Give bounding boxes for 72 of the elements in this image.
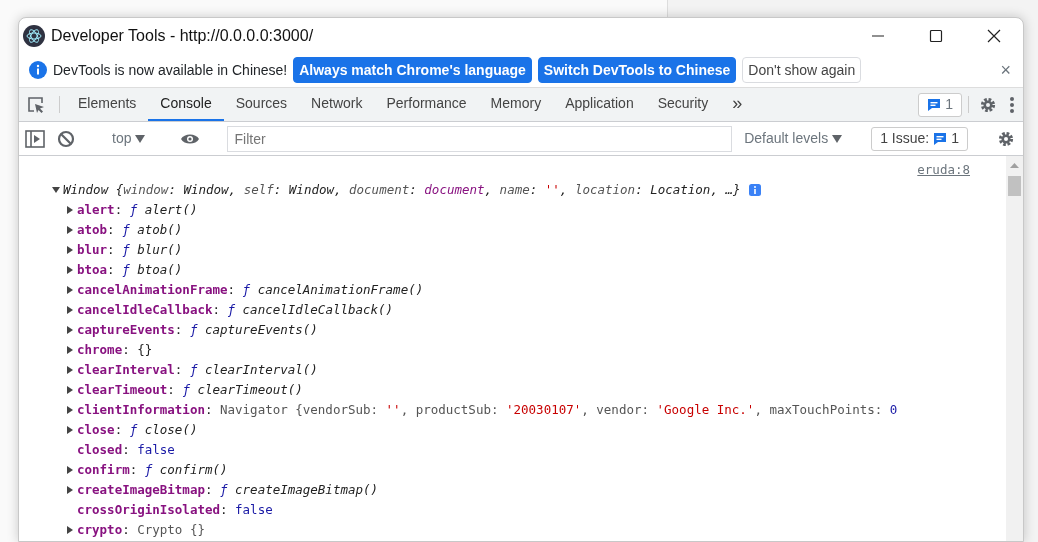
- more-tabs-button[interactable]: »: [720, 88, 755, 121]
- context-dropdown[interactable]: top: [104, 124, 154, 153]
- expand-triangle-icon[interactable]: [66, 406, 74, 414]
- infobar-button[interactable]: Switch DevTools to Chinese: [537, 56, 737, 84]
- expand-triangle-icon[interactable]: [66, 466, 74, 474]
- settings-icon[interactable]: [997, 129, 1015, 148]
- filter-field[interactable]: Filter: [227, 125, 733, 152]
- expand-triangle-icon[interactable]: [66, 246, 74, 254]
- expand-triangle-icon[interactable]: [66, 286, 74, 294]
- tab[interactable]: Console: [148, 88, 224, 121]
- expand-triangle-icon[interactable]: [66, 486, 74, 494]
- maximize-icon[interactable]: [929, 28, 943, 43]
- settings-icon[interactable]: [979, 95, 997, 114]
- property-line[interactable]: clientInformation: Navigator {vendorSub: '', productSub: '20030107', vendor: 'Google Inc.', maxTouchPoints: 0: [77, 400, 898, 420]
- expand-triangle-icon[interactable]: [66, 226, 74, 234]
- tab[interactable]: Elements: [66, 88, 149, 121]
- expand-triangle-icon[interactable]: [66, 526, 74, 534]
- caret-icon: [832, 134, 843, 143]
- expand-triangle-icon[interactable]: [66, 386, 74, 394]
- property-line[interactable]: confirm: ƒ confirm(): [77, 460, 228, 480]
- property-line[interactable]: alert: ƒ alert(): [77, 200, 198, 220]
- property-line[interactable]: clearInterval: ƒ clearInterval(): [77, 360, 318, 380]
- close-button[interactable]: ×: [1000, 56, 1011, 84]
- levels-dropdown[interactable]: Default levels: [736, 124, 851, 153]
- message-icon: [927, 97, 942, 112]
- clear-console-icon[interactable]: [57, 129, 75, 148]
- property-line[interactable]: crypto: Crypto {}: [77, 520, 205, 540]
- caret-icon: [135, 134, 146, 143]
- tab[interactable]: Performance: [374, 88, 479, 121]
- expand-triangle-icon[interactable]: [66, 426, 74, 434]
- message-icon: [933, 131, 948, 146]
- property-line: closed: false: [77, 440, 175, 459]
- expand-triangle-icon[interactable]: [66, 346, 74, 354]
- tab[interactable]: Security: [645, 88, 721, 121]
- source-link[interactable]: eruda:8: [917, 160, 970, 180]
- tab[interactable]: Sources: [223, 88, 300, 121]
- tab[interactable]: Memory: [478, 88, 554, 121]
- issues-badge[interactable]: 1: [918, 92, 962, 117]
- expand-triangle-icon[interactable]: [66, 366, 74, 374]
- property-line[interactable]: captureEvents: ƒ captureEvents(): [77, 320, 318, 340]
- property-line[interactable]: btoa: ƒ btoa(): [77, 260, 183, 280]
- property-line: crossOriginIsolated: false: [77, 500, 273, 519]
- infobar-button[interactable]: Always match Chrome's language: [293, 56, 532, 84]
- window-title: Developer Tools - http://0.0.0.0:3000/: [51, 25, 314, 46]
- info-icon: [29, 61, 47, 79]
- property-line[interactable]: close: ƒ close(): [77, 420, 198, 440]
- tab[interactable]: Application: [553, 88, 646, 121]
- property-line[interactable]: clearTimeout: ƒ clearTimeout(): [77, 380, 303, 400]
- expand-triangle-icon[interactable]: [66, 206, 74, 214]
- info-icon: [748, 184, 761, 196]
- app-logo-icon: [23, 24, 45, 47]
- expand-triangle-icon[interactable]: [52, 186, 60, 194]
- property-line[interactable]: cancelIdleCallback: ƒ cancelIdleCallback(): [77, 300, 394, 320]
- property-line[interactable]: chrome: {}: [77, 340, 153, 360]
- more-options-icon[interactable]: [1009, 95, 1015, 114]
- expand-triangle-icon[interactable]: [66, 326, 74, 334]
- property-line[interactable]: cancelAnimationFrame: ƒ cancelAnimationFrame(): [77, 280, 424, 300]
- inspect-icon[interactable]: [27, 95, 45, 114]
- close-icon[interactable]: [987, 28, 1001, 43]
- scrollbar[interactable]: [1006, 156, 1023, 541]
- sidebar-toggle-icon[interactable]: [25, 129, 45, 148]
- expand-triangle-icon[interactable]: [66, 266, 74, 274]
- issues-count: 1: [945, 95, 953, 114]
- tab[interactable]: Network: [299, 88, 375, 121]
- info-message: DevTools is now available in Chinese!: [53, 60, 288, 80]
- property-line[interactable]: atob: ƒ atob(): [77, 220, 183, 240]
- object-summary[interactable]: Window {window: Window, self: Window, document: document, name: '', location: Location, …}: [63, 180, 741, 200]
- expand-triangle-icon[interactable]: [66, 306, 74, 314]
- infobar-button[interactable]: Don't show again: [742, 56, 862, 84]
- property-line[interactable]: blur: ƒ blur(): [77, 240, 183, 260]
- property-line[interactable]: createImageBitmap: ƒ createImageBitmap(): [77, 480, 379, 500]
- issues-button[interactable]: 1 Issue: 1: [871, 126, 968, 151]
